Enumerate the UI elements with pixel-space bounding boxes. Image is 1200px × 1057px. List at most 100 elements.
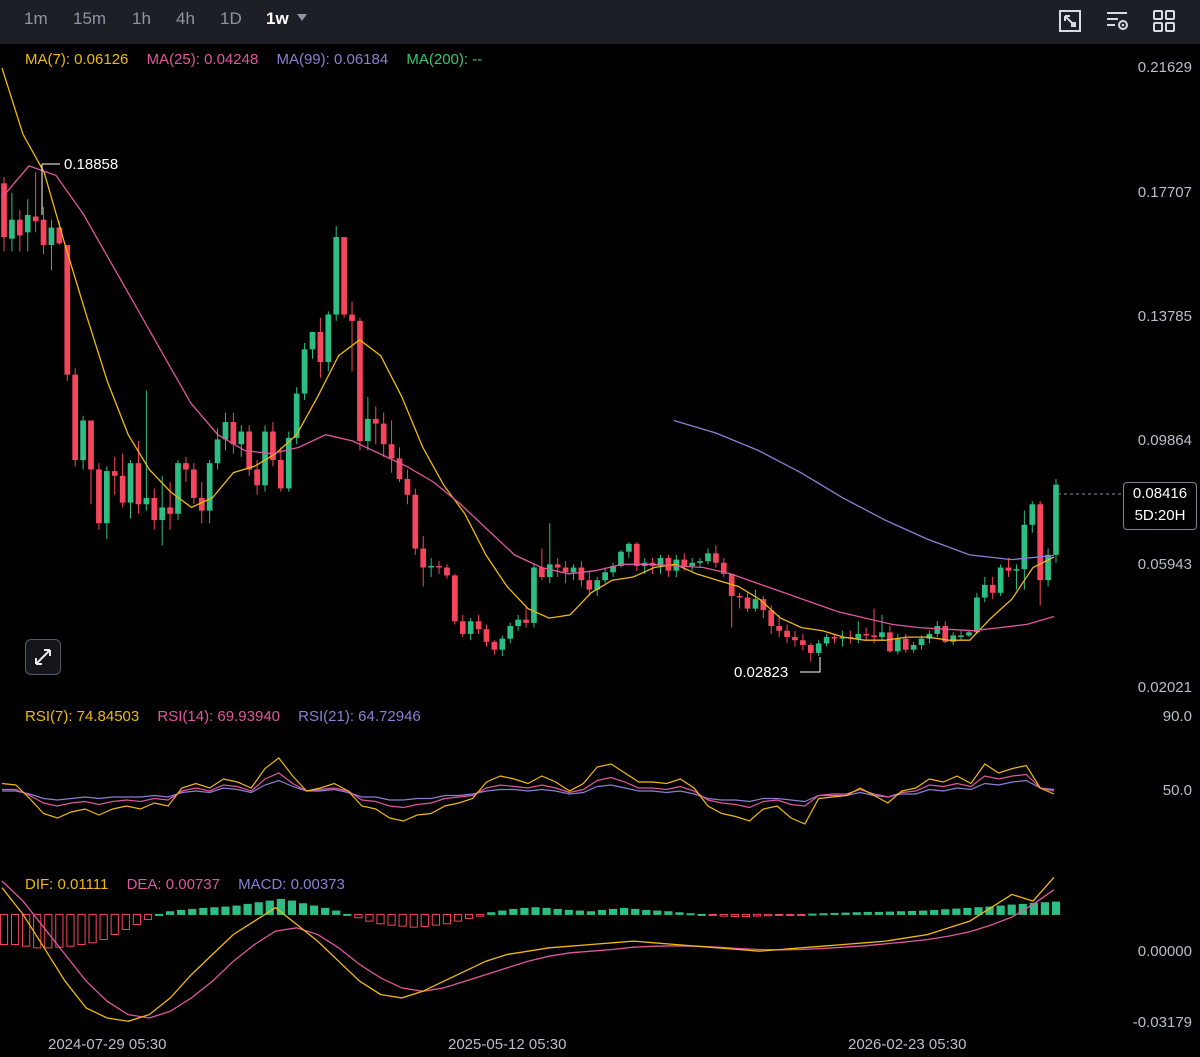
candle-body xyxy=(309,331,316,350)
candle-body xyxy=(9,219,15,239)
macd-histogram-bar xyxy=(431,913,440,926)
macd-axis-label: 0.00000 xyxy=(1137,943,1192,960)
macd-histogram-bar xyxy=(697,913,706,916)
macd-histogram-bar xyxy=(243,903,252,915)
macd-histogram-bar xyxy=(819,913,828,916)
macd-histogram-bar xyxy=(952,908,961,915)
candle-body xyxy=(950,635,957,642)
candle-body xyxy=(48,227,55,245)
rsi14-line xyxy=(2,772,1055,809)
macd-histogram-bar xyxy=(963,907,972,915)
macd-histogram-bar xyxy=(531,907,540,915)
price-chart[interactable] xyxy=(0,0,1200,1057)
candle-body xyxy=(111,471,118,476)
macd-histogram-bar xyxy=(730,913,739,917)
price-axis-label: 0.05943 xyxy=(1137,556,1192,573)
candle-body xyxy=(697,561,703,563)
candle-body xyxy=(372,418,379,424)
candle-body xyxy=(997,567,1004,593)
candle-body xyxy=(713,553,719,563)
macd-histogram-bar xyxy=(930,909,939,915)
candle-body xyxy=(752,599,759,609)
macd-histogram-bar xyxy=(166,911,175,915)
candle-body xyxy=(665,558,672,571)
candle-body xyxy=(626,543,632,552)
macd-histogram-bar xyxy=(586,911,596,915)
date-axis-label: 2024-07-29 05:30 xyxy=(48,1036,167,1053)
macd-histogram-bar xyxy=(830,912,839,915)
candles-group xyxy=(1,172,1059,662)
macd-histogram-bar xyxy=(365,913,374,922)
candle-body xyxy=(88,420,94,470)
macd-histogram-bar xyxy=(442,913,452,925)
candle-body xyxy=(1053,484,1059,555)
macd-histogram-bar xyxy=(719,913,728,917)
macd-histogram-bar xyxy=(177,909,186,915)
candle-body xyxy=(412,494,419,549)
candle-body xyxy=(570,567,577,573)
candle-body xyxy=(436,565,442,568)
macd-histogram-bar xyxy=(564,909,573,915)
candle-body xyxy=(341,237,347,315)
macd-histogram-bar xyxy=(132,913,141,925)
macd-histogram-bar xyxy=(44,913,53,949)
candle-body xyxy=(578,567,585,581)
candle-body xyxy=(807,644,814,653)
candle-body xyxy=(491,641,498,650)
candle-body xyxy=(1013,569,1020,571)
candle-body xyxy=(175,463,181,514)
macd-histogram-bar xyxy=(88,913,97,944)
candle-body xyxy=(823,637,830,644)
fullscreen-button[interactable] xyxy=(25,639,61,675)
candle-body xyxy=(96,469,102,524)
macd-histogram-bar xyxy=(620,907,629,915)
macd-histogram-bar xyxy=(763,913,773,917)
macd-histogram-bar xyxy=(686,913,695,916)
candle-body xyxy=(918,638,925,645)
macd-histogram-bar xyxy=(575,910,584,915)
macd-histogram-bar xyxy=(409,913,418,928)
macd-histogram-bar xyxy=(786,913,795,916)
macd-histogram-bar xyxy=(919,910,928,915)
candle-body xyxy=(1021,524,1028,570)
macd-histogram-bar xyxy=(664,911,673,915)
candle-body xyxy=(483,629,490,642)
macd-histogram-bar xyxy=(996,905,1005,915)
candle-body xyxy=(230,422,237,445)
candle-body xyxy=(934,626,941,634)
macd-histogram-bar xyxy=(398,913,407,927)
candle-body xyxy=(333,237,340,315)
macd-histogram-bar xyxy=(232,905,241,915)
price-axis-label: 0.17707 xyxy=(1137,184,1192,201)
macd-histogram-bar xyxy=(808,913,817,916)
candle-body xyxy=(380,423,387,445)
candle-body xyxy=(16,219,23,236)
candle-body xyxy=(792,637,798,641)
macd-histogram-bar xyxy=(464,913,474,919)
macd-histogram-bar xyxy=(907,910,917,915)
candle-body xyxy=(135,463,142,505)
candle-body xyxy=(301,349,308,394)
macd-histogram-bar xyxy=(0,913,9,945)
candle-body xyxy=(127,463,134,503)
candle-body xyxy=(254,469,260,486)
macd-histogram-bar xyxy=(631,908,640,915)
candle-body xyxy=(404,478,411,495)
candle-body xyxy=(523,619,529,623)
ma25-line xyxy=(1,165,1055,632)
macd-histogram-bar xyxy=(797,913,806,916)
candle-body xyxy=(103,471,110,524)
candle-body xyxy=(206,463,213,511)
macd-histogram-bar xyxy=(254,902,263,915)
candle-body xyxy=(238,431,245,445)
candle-body xyxy=(689,562,695,566)
macd-histogram-bar xyxy=(387,913,396,926)
candle-body xyxy=(357,320,363,442)
candle-body xyxy=(24,214,31,233)
candle-body xyxy=(974,597,980,633)
candle-body xyxy=(1,183,7,238)
macd-histogram-bar xyxy=(55,913,64,948)
candle-body xyxy=(736,595,743,598)
rsi-lines-group xyxy=(1,757,1055,825)
macd-histogram-bar xyxy=(1051,901,1061,915)
